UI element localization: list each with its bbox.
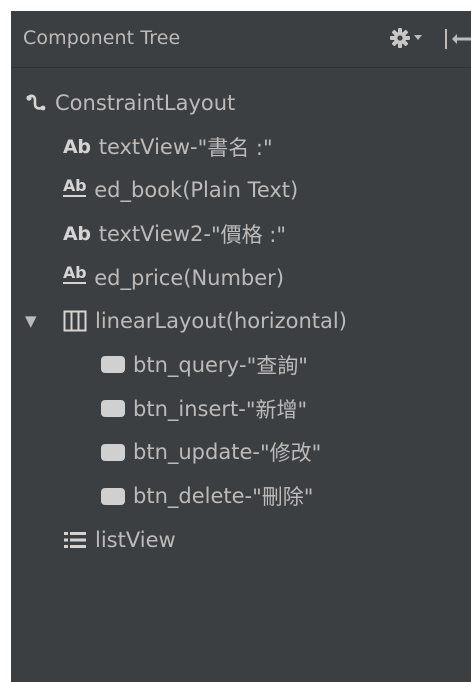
text-view-icon: Ab xyxy=(63,222,91,245)
tree-item-separator: - xyxy=(190,134,198,159)
tree-item-constraintlayout[interactable]: ConstraintLayout xyxy=(11,81,471,125)
tree-item-btn-update[interactable]: btn_update - "修改" xyxy=(11,431,471,475)
tree-item-linearlayout[interactable]: ▼ linearLayout (horizontal) xyxy=(11,299,471,343)
tree-item-separator: - xyxy=(252,440,260,465)
collapse-panel-button[interactable] xyxy=(443,27,471,51)
tree-item-label: btn_update xyxy=(133,440,253,465)
tree-item-label: btn_delete xyxy=(133,484,245,509)
tree-item-description: "查詢" xyxy=(246,353,308,378)
settings-dropdown-button[interactable] xyxy=(389,25,427,51)
tree-item-description: (Number) xyxy=(183,265,285,290)
button-icon xyxy=(101,487,125,505)
component-tree-panel: Component Tree ConstraintLayout Ab textV… xyxy=(11,11,471,682)
tree-item-btn-delete[interactable]: btn_delete - "刪除" xyxy=(11,474,471,518)
tree-item-label: textView2 xyxy=(98,221,204,246)
panel-title: Component Tree xyxy=(23,27,181,49)
tree-item-separator: - xyxy=(203,221,211,246)
linear-layout-icon xyxy=(63,310,87,332)
tree-item-btn-query[interactable]: btn_query - "查詢" xyxy=(11,343,471,387)
tree-item-label: ed_book xyxy=(94,178,183,203)
button-icon xyxy=(101,400,125,418)
tree-item-textview2[interactable]: Ab textView2 - "價格 :" xyxy=(11,212,471,256)
tree-item-label: btn_query xyxy=(133,352,239,377)
tree-item-label: textView xyxy=(98,134,190,159)
button-icon xyxy=(101,443,125,461)
tree-item-description: "新增" xyxy=(245,397,308,422)
tree-item-listview[interactable]: listView xyxy=(11,518,471,562)
button-icon xyxy=(101,356,125,374)
tree-item-description: "修改" xyxy=(259,441,322,466)
tree-item-separator: - xyxy=(239,352,247,377)
expand-toggle-icon[interactable]: ▼ xyxy=(25,312,37,330)
tree-item-textview[interactable]: Ab textView - "書名 :" xyxy=(11,125,471,169)
dropdown-arrow-icon xyxy=(414,35,422,41)
edit-text-icon: Ab xyxy=(63,175,87,197)
tree-item-description: "刪除" xyxy=(252,485,314,510)
tree-item-label: linearLayout xyxy=(95,309,226,334)
tree-item-ed-book[interactable]: Ab ed_book (Plain Text) xyxy=(11,168,471,212)
tree-item-label: ConstraintLayout xyxy=(55,90,236,115)
gear-icon xyxy=(389,27,411,49)
tree-item-label: btn_insert xyxy=(133,396,239,421)
tree-item-description: (Plain Text) xyxy=(182,178,299,203)
hide-panel-icon xyxy=(443,29,471,55)
tree-item-btn-insert[interactable]: btn_insert - "新增" xyxy=(11,387,471,431)
tree-item-label: listView xyxy=(95,527,176,552)
tree-item-label: ed_price xyxy=(94,265,184,290)
tree-item-description: (horizontal) xyxy=(225,309,347,334)
component-tree: ConstraintLayout Ab textView - "書名 :" Ab… xyxy=(11,81,471,562)
text-view-icon: Ab xyxy=(63,135,91,158)
tree-item-description: "價格 :" xyxy=(210,222,287,247)
panel-header: Component Tree xyxy=(11,11,471,68)
tree-item-separator: - xyxy=(244,484,253,509)
constraint-layout-icon xyxy=(25,92,47,114)
tree-item-separator: - xyxy=(238,396,246,421)
list-view-icon xyxy=(63,530,87,550)
edit-text-icon: Ab xyxy=(63,263,87,285)
tree-item-description: "書名 :" xyxy=(197,135,273,160)
tree-item-ed-price[interactable]: Ab ed_price (Number) xyxy=(11,256,471,300)
